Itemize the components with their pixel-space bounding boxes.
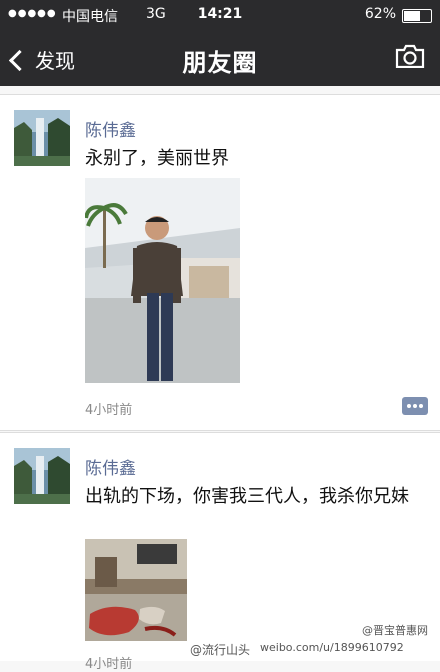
watermark-right: @晋宝普惠网 xyxy=(362,624,428,637)
watermark-center: weibo.com/u/1899610792 xyxy=(260,641,404,654)
page-title: 朋友圈 xyxy=(182,49,258,77)
battery-icon xyxy=(402,9,432,23)
battery-percent: 62% xyxy=(364,6,396,22)
post-photo[interactable] xyxy=(85,539,187,641)
post-author[interactable]: 陈伟鑫 xyxy=(85,454,136,479)
post-text: 出轨的下场，你害我三代人，我杀你兄妹 xyxy=(85,486,409,507)
moment-post: 陈伟鑫 永别了，美丽世界 4小时前 xyxy=(0,94,440,431)
post-text: 永别了，美丽世界 xyxy=(85,148,229,169)
post-time: 4小时前 xyxy=(85,403,133,418)
comment-button[interactable] xyxy=(402,397,428,415)
watermark-left: @流行山头 xyxy=(190,643,251,657)
nav-bar: 发现 朋友圈 xyxy=(0,30,440,86)
post-author[interactable]: 陈伟鑫 xyxy=(85,116,136,141)
status-bar: ●●●●● 中国电信 3G 14:21 62% xyxy=(0,0,440,30)
post-photo[interactable] xyxy=(85,178,240,383)
post-time: 4小时前 xyxy=(85,657,133,672)
camera-icon[interactable] xyxy=(394,44,426,68)
avatar[interactable] xyxy=(14,110,70,166)
avatar[interactable] xyxy=(14,448,70,504)
